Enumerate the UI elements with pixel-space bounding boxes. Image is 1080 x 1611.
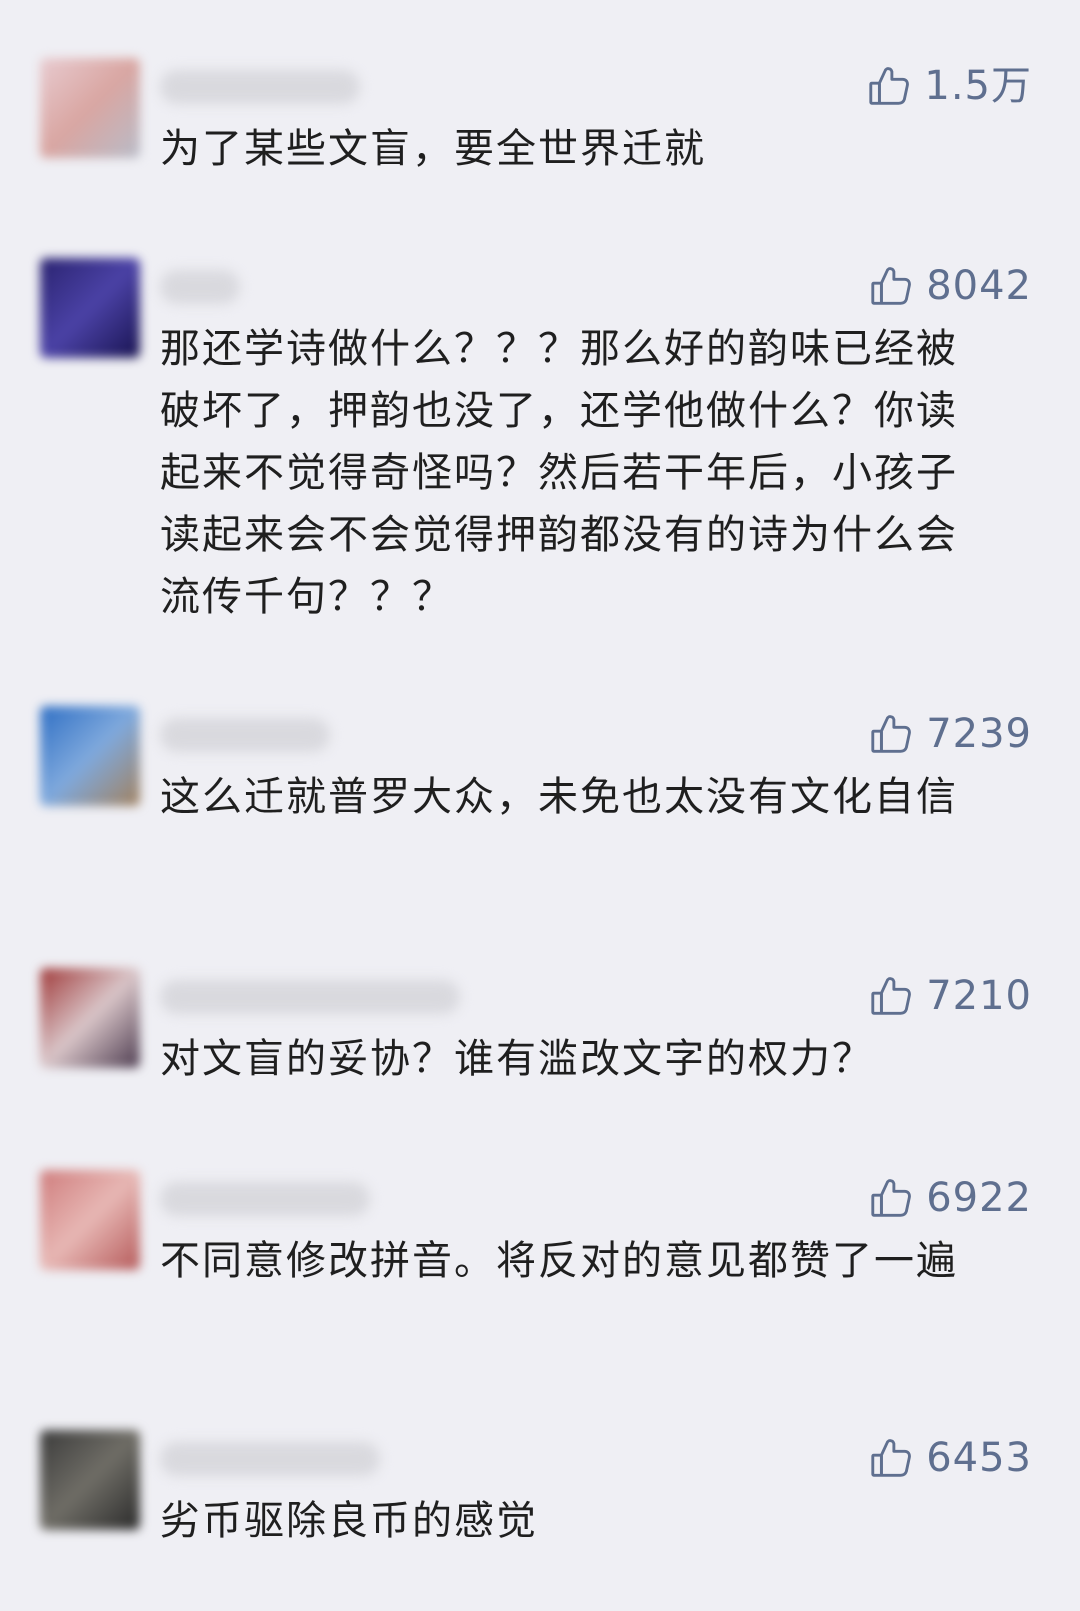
nickname[interactable] xyxy=(160,270,240,304)
like-button[interactable]: 1.5万 xyxy=(866,58,1032,114)
thumbs-up-icon xyxy=(871,977,912,1015)
like-button[interactable]: 7210 xyxy=(868,968,1032,1024)
nickname[interactable] xyxy=(160,1442,380,1476)
nickname[interactable] xyxy=(160,1182,370,1216)
like-button[interactable]: 6453 xyxy=(868,1430,1032,1486)
nickname[interactable] xyxy=(160,70,360,104)
like-count: 7210 xyxy=(926,973,1032,1019)
nickname[interactable] xyxy=(160,718,330,752)
like-count: 7239 xyxy=(926,711,1032,757)
like-count: 1.5万 xyxy=(924,63,1032,109)
thumbs-up-icon xyxy=(869,67,910,105)
thumbs-up-icon xyxy=(871,1439,912,1477)
avatar[interactable] xyxy=(40,968,140,1068)
comment-text: 不同意修改拼音。将反对的意见都赞了一遍 xyxy=(160,1238,958,1284)
comment-text: 对文盲的妥协？谁有滥改文字的权力？ xyxy=(160,1036,874,1082)
like-button[interactable]: 6922 xyxy=(868,1170,1032,1226)
avatar[interactable] xyxy=(40,706,140,806)
avatar[interactable] xyxy=(40,258,140,358)
thumbs-up-icon xyxy=(871,715,912,753)
comment-text: 为了某些文盲，要全世界迁就 xyxy=(160,126,706,172)
like-count: 6453 xyxy=(926,1435,1032,1481)
comment-text: 劣币驱除良币的感觉 xyxy=(160,1498,538,1544)
like-count: 6922 xyxy=(926,1175,1032,1221)
thumbs-up-icon xyxy=(871,1179,912,1217)
like-count: 8042 xyxy=(926,263,1032,309)
avatar[interactable] xyxy=(40,1170,140,1270)
comment-text: 这么迁就普罗大众，未免也太没有文化自信 xyxy=(160,774,958,820)
thumbs-up-icon xyxy=(871,267,912,305)
comment-text: 那还学诗做什么？？？那么好的韵味已经被破坏了，押韵也没了，还学他做什么？你读起来… xyxy=(160,326,958,620)
like-button[interactable]: 7239 xyxy=(868,706,1032,762)
nickname[interactable] xyxy=(160,980,460,1014)
avatar[interactable] xyxy=(40,1430,140,1530)
avatar[interactable] xyxy=(40,58,140,158)
like-button[interactable]: 8042 xyxy=(868,258,1032,314)
comments-page: { "comments": [ { "nickname": "", "likes… xyxy=(0,0,1080,1611)
